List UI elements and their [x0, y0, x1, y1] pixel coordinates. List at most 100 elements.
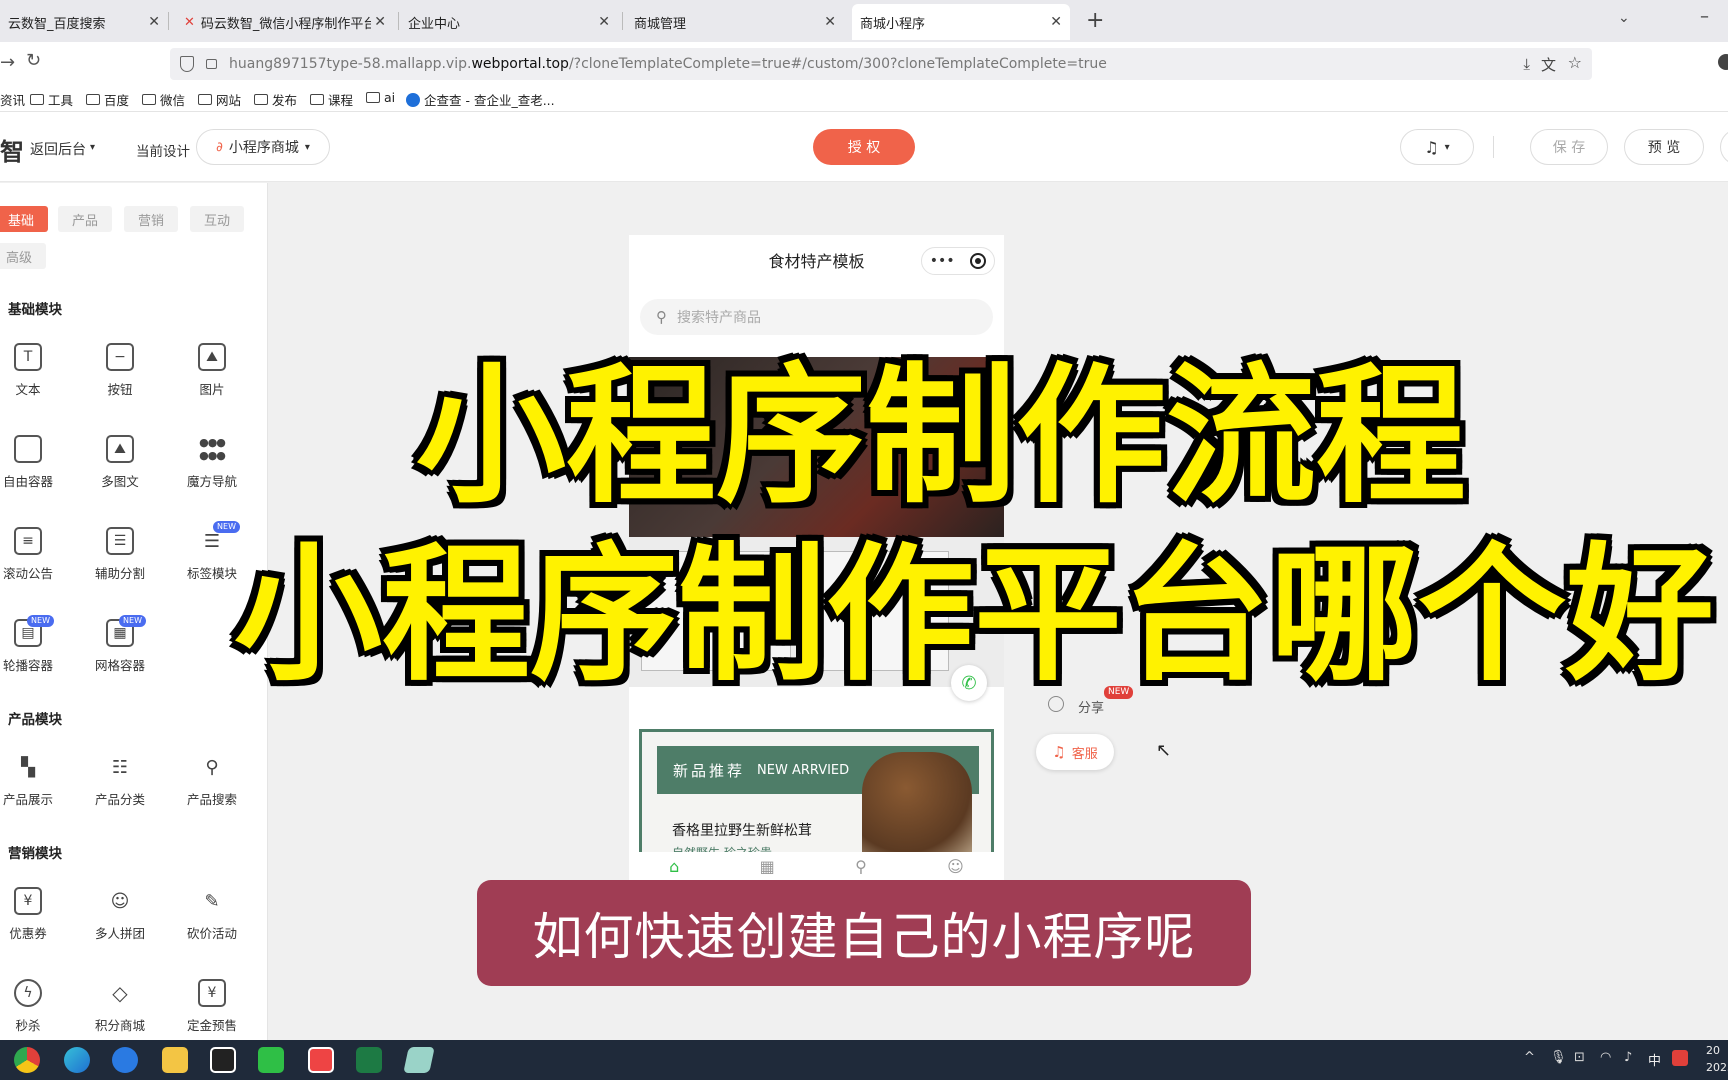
wechat-taskbar-icon[interactable] [258, 1047, 284, 1073]
tab-list-chevron-icon[interactable]: ⌄ [1618, 10, 1630, 26]
component-grid-container[interactable]: ▦ NEW 网格容器 [80, 615, 160, 679]
browser-tab[interactable]: ✕ 码云数智_微信小程序制作平台_ ✕ [176, 4, 394, 40]
component-panel: 基础 产品 营销 互动 高级 基础模块 T 文本 − 按钮 ⛰ 图片 自由容器 ⛰ 多图… [0, 183, 268, 1040]
component-bargain[interactable]: ✎ 砍价活动 [172, 887, 252, 947]
ime-indicator[interactable]: 中 [1648, 1050, 1661, 1069]
component-label: 网格容器 [94, 658, 145, 673]
tab-title: 商城管理 [634, 16, 687, 32]
bookmark-label: 课程 [328, 93, 354, 108]
bookmark-item[interactable]: 发布 [254, 90, 297, 109]
bookmark-item[interactable]: 企查查 - 查企业_查老... [406, 90, 555, 109]
component-points-mall[interactable]: ◇ 积分商城 [80, 979, 160, 1039]
bookmark-item[interactable]: 网站 [198, 90, 241, 109]
file-explorer-icon[interactable] [162, 1047, 188, 1073]
customer-service-button[interactable]: ♫ 客服 [1036, 734, 1114, 770]
translate-icon[interactable]: 文 [1541, 54, 1556, 75]
component-deposit-presale[interactable]: ¥ 定金预售 [172, 979, 252, 1039]
bookmark-label: 百度 [104, 93, 130, 108]
tab-title: 码云数智_微信小程序制作平台_ [200, 16, 371, 32]
editor-toolbar: 智 返回后台 ▾ 当前设计 ∂ 小程序商城 ▾ 授 权 ♫ ▾ 保 存 预 览 [0, 112, 1728, 182]
home-icon[interactable]: ⌂ [669, 857, 679, 876]
image-icon: ⛰ [198, 343, 226, 371]
reload-icon[interactable]: ↻ [26, 50, 41, 71]
network-icon[interactable]: ⊡ [1574, 1050, 1585, 1065]
component-flash-sale[interactable]: ϟ 秒杀 [0, 979, 68, 1039]
component-image[interactable]: ⛰ 图片 [172, 343, 252, 403]
new-tab-button[interactable]: + [1086, 8, 1104, 33]
close-icon[interactable]: ✕ [1050, 14, 1062, 30]
close-icon[interactable]: ✕ [148, 14, 160, 30]
component-text[interactable]: T 文本 [0, 343, 68, 403]
component-product-display[interactable]: ▚ 产品展示 [0, 753, 68, 813]
user-icon[interactable]: ☺ [947, 857, 964, 876]
authorize-button[interactable]: 授 权 [813, 129, 915, 165]
component-scroll-notice[interactable]: ≡ 滚动公告 [0, 527, 68, 587]
chevron-down-icon: ▾ [304, 141, 310, 153]
tab-product[interactable]: 产品 [58, 206, 112, 232]
browser-tab[interactable]: 企业中心 ✕ [400, 4, 618, 40]
back-to-admin-button[interactable]: 返回后台 ▾ [30, 139, 95, 159]
back-label: 返回后台 [30, 142, 86, 158]
close-icon[interactable]: ✕ [598, 14, 610, 30]
support-dropdown[interactable]: ♫ ▾ [1400, 129, 1474, 165]
star-icon[interactable]: ☆ [1568, 53, 1582, 72]
component-label: 文本 [15, 382, 41, 397]
volume-icon[interactable]: ♪ [1624, 1050, 1632, 1065]
divider-icon: ☰ [106, 527, 134, 555]
bookmark-item[interactable]: 微信 [142, 90, 185, 109]
browser-tab[interactable]: 云数智_百度搜索 ✕ [0, 4, 168, 40]
browser-tab[interactable]: 商城管理 ✕ [626, 4, 844, 40]
chrome-icon[interactable] [14, 1047, 40, 1073]
component-label: 自由容器 [2, 474, 53, 489]
edge-icon[interactable] [64, 1047, 90, 1073]
tray-chevron-icon[interactable]: ^ [1524, 1050, 1535, 1065]
component-coupon[interactable]: ¥ 优惠券 [0, 887, 68, 947]
bookmark-item[interactable]: 工具 [30, 90, 73, 109]
component-product-category[interactable]: ☷ 产品分类 [80, 753, 160, 813]
notes-icon[interactable] [403, 1047, 435, 1073]
forward-arrow-icon[interactable]: → [0, 52, 15, 73]
bookmark-item[interactable]: 百度 [86, 90, 129, 109]
component-free-container[interactable]: 自由容器 [0, 435, 68, 495]
sogou-icon[interactable] [1672, 1050, 1688, 1066]
close-icon[interactable]: ✕ [374, 14, 386, 30]
category-list-icon: ☷ [111, 756, 129, 778]
publish-button[interactable] [1720, 129, 1728, 165]
close-icon[interactable]: ✕ [824, 14, 836, 30]
preview-button[interactable]: 预 览 [1624, 129, 1704, 165]
component-divider[interactable]: ☰ 辅助分割 [80, 527, 160, 587]
clock[interactable]: 20 2025 [1706, 1042, 1728, 1076]
design-select[interactable]: ∂ 小程序商城 ▾ [196, 129, 330, 165]
app-icon[interactable] [308, 1047, 334, 1073]
tab-interaction[interactable]: 互动 [190, 206, 244, 232]
mic-icon[interactable]: 🎙 [1550, 1050, 1567, 1065]
bookmark-item[interactable]: 课程 [310, 90, 353, 109]
bookmark-item[interactable]: 资讯 [0, 90, 25, 109]
app-icon[interactable] [112, 1047, 138, 1073]
capsule-menu[interactable]: ••• [921, 247, 995, 275]
tab-advanced[interactable]: 高级 [0, 243, 46, 269]
qq-icon[interactable] [210, 1047, 236, 1073]
url-field[interactable]: huang897157type-58.mallapp.vip.webportal… [170, 48, 1592, 80]
new-badge: NEW [27, 615, 54, 627]
excel-icon[interactable] [356, 1047, 382, 1073]
tab-marketing[interactable]: 营销 [124, 206, 178, 232]
browser-tab-active[interactable]: 商城小程序 ✕ [852, 4, 1070, 40]
minimize-window-icon[interactable]: – [1700, 6, 1709, 27]
component-product-search[interactable]: ⚲ 产品搜索 [172, 753, 252, 813]
component-carousel[interactable]: ▤ NEW 轮播容器 [0, 615, 68, 679]
wifi-icon[interactable]: ◠ [1600, 1050, 1611, 1065]
bookmark-item[interactable]: ai [366, 90, 395, 105]
profile-icon[interactable] [1718, 54, 1728, 70]
component-group-buy[interactable]: ☺ 多人拼团 [80, 887, 160, 947]
category-icon[interactable]: ▦ [760, 857, 775, 876]
component-button[interactable]: − 按钮 [80, 343, 160, 403]
component-multi-image-text[interactable]: ⛰ 多图文 [80, 435, 160, 495]
save-button[interactable]: 保 存 [1530, 129, 1608, 165]
download-icon[interactable]: ⤓ [1523, 55, 1530, 73]
cart-icon[interactable]: ⚲ [855, 857, 867, 876]
component-cube-nav[interactable]: ●●● ●●● 魔方导航 [172, 435, 252, 495]
tab-basic[interactable]: 基础 [0, 206, 48, 232]
more-dots-icon: ••• [929, 253, 955, 269]
search-input[interactable]: ⚲ 搜索特产商品 [640, 299, 993, 335]
